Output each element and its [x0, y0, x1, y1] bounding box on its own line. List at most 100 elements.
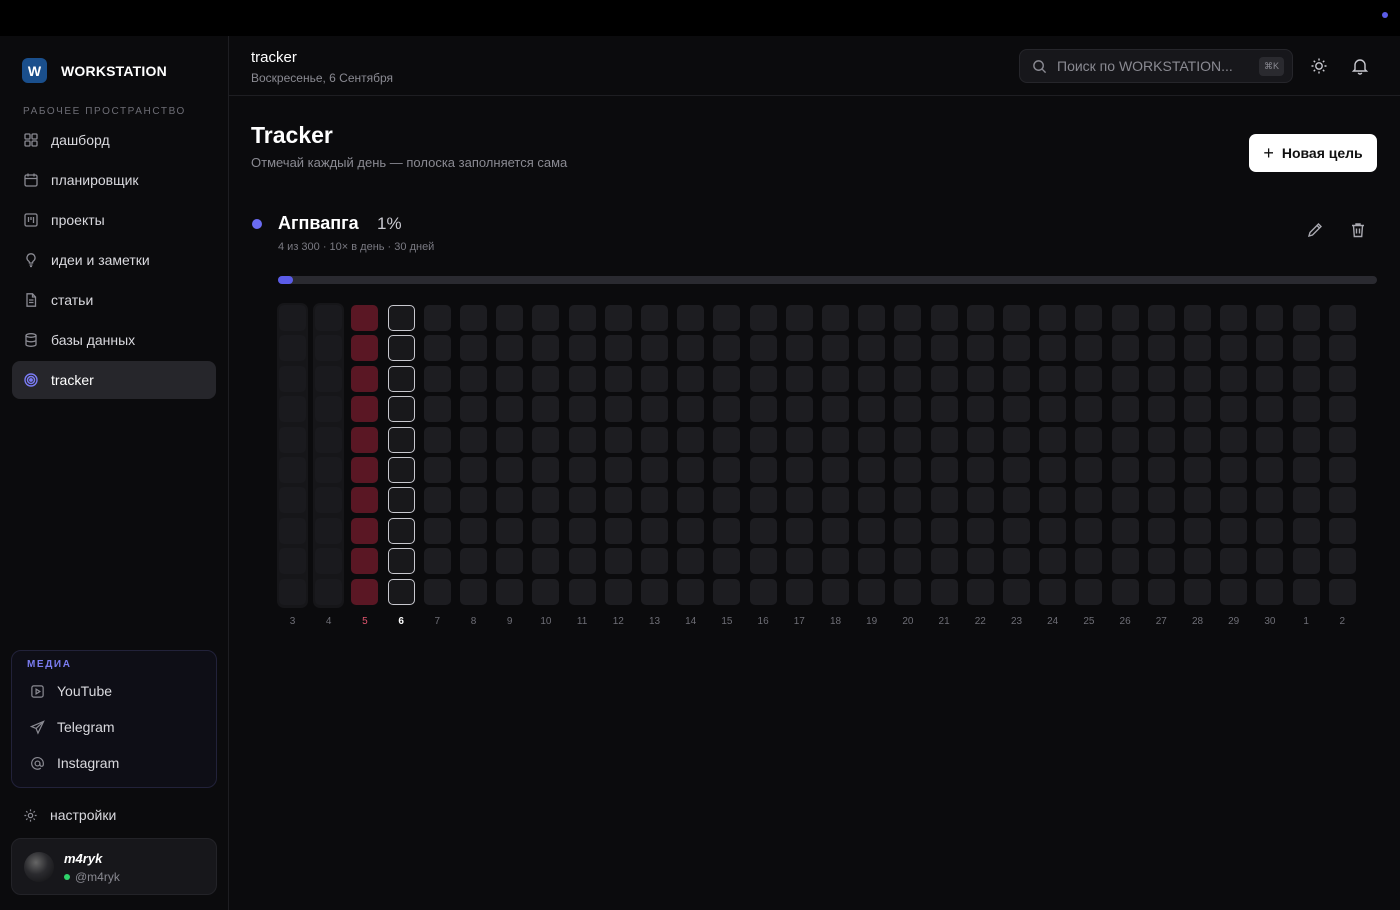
habit-cell[interactable] — [749, 487, 777, 514]
habit-cell[interactable] — [713, 517, 741, 544]
habit-cell[interactable] — [1184, 548, 1211, 575]
habit-cell[interactable] — [387, 426, 415, 453]
habit-cell[interactable] — [460, 517, 487, 544]
habit-cell[interactable] — [641, 578, 668, 605]
habit-cell[interactable] — [1292, 548, 1320, 575]
habit-cell[interactable] — [641, 426, 668, 453]
habit-cell[interactable] — [1292, 335, 1320, 362]
habit-cell[interactable] — [1111, 426, 1139, 453]
habit-cell[interactable] — [1003, 457, 1030, 483]
habit-cell[interactable] — [1328, 305, 1356, 331]
habit-cell[interactable] — [1039, 457, 1067, 483]
habit-cell[interactable] — [822, 487, 849, 514]
habit-cell[interactable] — [713, 365, 741, 392]
theme-toggle-sun-icon[interactable] — [1309, 56, 1329, 76]
habit-cell[interactable] — [1111, 517, 1139, 544]
habit-cell[interactable] — [1328, 578, 1356, 605]
habit-cell[interactable] — [713, 305, 741, 331]
habit-cell[interactable] — [1147, 365, 1175, 392]
habit-cell[interactable] — [604, 487, 632, 514]
habit-cell[interactable] — [423, 365, 451, 392]
user-card[interactable]: m4ryk @m4ryk — [11, 838, 217, 895]
habit-cell[interactable] — [423, 517, 451, 544]
habit-cell[interactable] — [351, 517, 379, 544]
habit-cell[interactable] — [641, 396, 668, 423]
habit-cell[interactable] — [1292, 305, 1320, 331]
habit-cell[interactable] — [930, 487, 958, 514]
habit-cell[interactable] — [532, 578, 560, 605]
habit-cell[interactable] — [1003, 578, 1030, 605]
habit-cell[interactable] — [568, 426, 596, 453]
habit-cell[interactable] — [1039, 487, 1067, 514]
habit-cell[interactable] — [785, 578, 813, 605]
habit-cell[interactable] — [677, 548, 705, 575]
habit-cell[interactable] — [1039, 517, 1067, 544]
habit-cell[interactable] — [677, 305, 705, 331]
media-item-telegram[interactable]: Telegram — [30, 719, 115, 735]
habit-cell[interactable] — [460, 578, 487, 605]
habit-cell[interactable] — [1328, 335, 1356, 362]
habit-cell[interactable] — [532, 548, 560, 575]
habit-cell[interactable] — [460, 365, 487, 392]
habit-cell[interactable] — [858, 578, 886, 605]
habit-cell[interactable] — [1220, 578, 1248, 605]
habit-cell[interactable] — [822, 305, 849, 331]
habit-cell[interactable] — [966, 335, 994, 362]
habit-cell[interactable] — [423, 335, 451, 362]
habit-cell[interactable] — [1075, 548, 1103, 575]
habit-cell[interactable] — [279, 578, 306, 605]
habit-cell[interactable] — [351, 578, 379, 605]
sidebar-item-planner[interactable]: планировщик — [12, 161, 216, 199]
habit-cell[interactable] — [532, 426, 560, 453]
habit-cell[interactable] — [351, 487, 379, 514]
habit-cell[interactable] — [1220, 396, 1248, 423]
habit-cell[interactable] — [1184, 305, 1211, 331]
habit-cell[interactable] — [858, 335, 886, 362]
habit-cell[interactable] — [387, 335, 415, 362]
habit-cell[interactable] — [1075, 305, 1103, 331]
habit-cell[interactable] — [604, 365, 632, 392]
habit-cell[interactable] — [279, 426, 306, 453]
habit-cell[interactable] — [1075, 426, 1103, 453]
habit-cell[interactable] — [496, 548, 524, 575]
habit-cell-done[interactable] — [279, 335, 306, 362]
habit-cell[interactable] — [1003, 426, 1030, 453]
habit-cell[interactable] — [677, 426, 705, 453]
habit-cell[interactable] — [1184, 365, 1211, 392]
habit-cell[interactable] — [604, 335, 632, 362]
habit-cell[interactable] — [423, 487, 451, 514]
habit-cell[interactable] — [315, 487, 343, 514]
habit-cell[interactable] — [966, 457, 994, 483]
habit-cell[interactable] — [279, 548, 306, 575]
habit-cell[interactable] — [966, 396, 994, 423]
habit-cell[interactable] — [894, 426, 922, 453]
habit-cell[interactable] — [423, 457, 451, 483]
habit-cell[interactable] — [894, 335, 922, 362]
habit-cell[interactable] — [1256, 487, 1284, 514]
habit-cell[interactable] — [1292, 365, 1320, 392]
habit-cell[interactable] — [1292, 396, 1320, 423]
habit-cell[interactable] — [785, 396, 813, 423]
habit-cell[interactable] — [1184, 457, 1211, 483]
habit-cell[interactable] — [1256, 335, 1284, 362]
habit-cell[interactable] — [785, 517, 813, 544]
habit-cell[interactable] — [1220, 365, 1248, 392]
habit-cell[interactable] — [1220, 457, 1248, 483]
habit-cell[interactable] — [1184, 335, 1211, 362]
habit-cell[interactable] — [822, 457, 849, 483]
habit-cell[interactable] — [423, 426, 451, 453]
habit-cell[interactable] — [279, 396, 306, 423]
habit-cell[interactable] — [279, 517, 306, 544]
habit-cell[interactable] — [785, 365, 813, 392]
habit-cell[interactable] — [1256, 578, 1284, 605]
habit-cell[interactable] — [351, 335, 379, 362]
habit-cell[interactable] — [966, 487, 994, 514]
sidebar-item-settings[interactable]: настройки — [23, 807, 116, 823]
habit-cell[interactable] — [315, 396, 343, 423]
habit-cell[interactable] — [894, 396, 922, 423]
habit-cell[interactable] — [641, 548, 668, 575]
habit-cell[interactable] — [894, 365, 922, 392]
habit-cell[interactable] — [894, 305, 922, 331]
habit-cell[interactable] — [1075, 365, 1103, 392]
habit-cell[interactable] — [1184, 517, 1211, 544]
